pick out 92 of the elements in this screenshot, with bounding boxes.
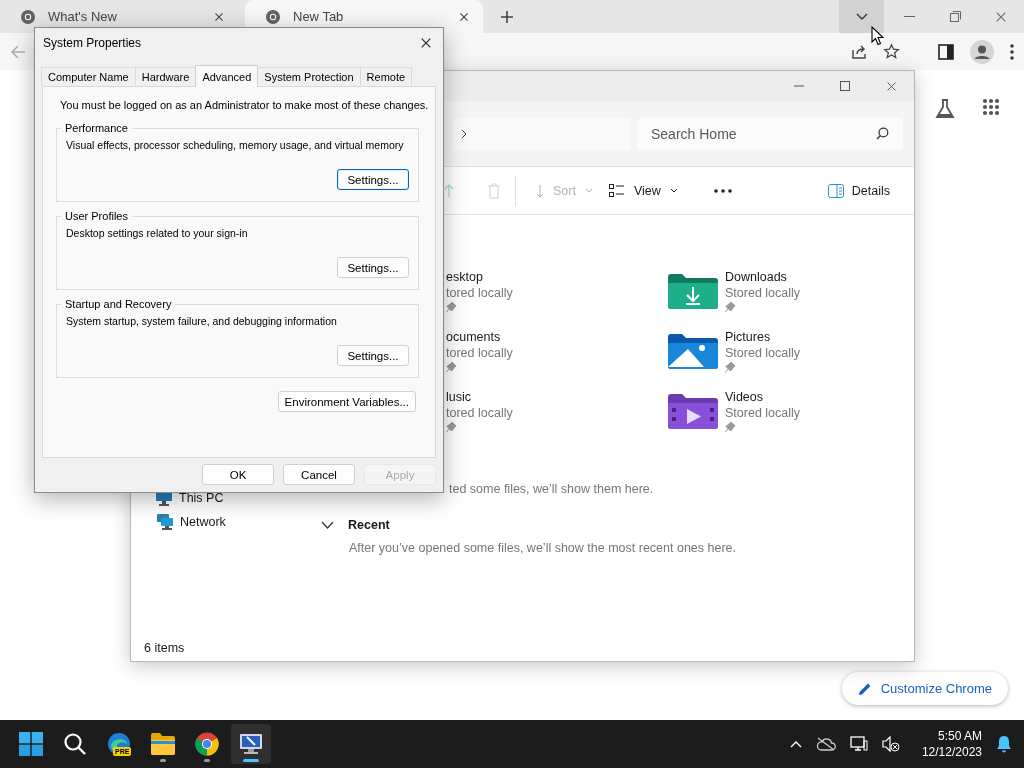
apps-grid-icon[interactable] xyxy=(982,98,1000,116)
volume-muted-icon[interactable] xyxy=(881,736,900,752)
close-icon[interactable] xyxy=(459,11,469,22)
group-description: Desktop settings related to your sign-in xyxy=(66,227,248,239)
details-pane-icon xyxy=(827,183,844,198)
close-icon[interactable] xyxy=(214,11,224,22)
chevron-right-icon xyxy=(461,128,467,139)
videos-folder-icon xyxy=(668,393,718,429)
pin-icon xyxy=(725,302,735,313)
plus-icon xyxy=(500,9,514,24)
settings-button[interactable]: Settings... xyxy=(337,169,409,190)
group-title: User Profiles xyxy=(64,210,129,222)
pin-icon xyxy=(725,362,735,373)
toolbar-button[interactable]: View xyxy=(600,174,686,207)
environment-variables-button[interactable]: Environment Variables... xyxy=(277,391,416,412)
star-icon[interactable] xyxy=(883,43,900,60)
empty-favorites-text: ted some files, we’ll show them here. xyxy=(449,482,655,496)
dialog-tab[interactable]: System Protection xyxy=(257,67,361,86)
share-icon[interactable] xyxy=(851,43,867,60)
cloud-off-icon[interactable] xyxy=(815,737,836,751)
details-button[interactable]: Details xyxy=(817,174,900,207)
folder-status: tored locally xyxy=(446,286,513,301)
chevron-up-icon[interactable] xyxy=(789,740,802,748)
dialog-button[interactable]: Cancel xyxy=(283,464,355,485)
folder-name[interactable]: esktop xyxy=(446,270,513,285)
settings-button[interactable]: Settings... xyxy=(337,257,409,278)
restore-icon xyxy=(949,11,961,22)
maximize-icon xyxy=(840,81,850,91)
folder-status: Stored locally xyxy=(725,346,801,361)
dialog-button[interactable]: OK xyxy=(202,464,274,485)
chevron-down-icon xyxy=(855,12,868,21)
search-icon xyxy=(63,732,87,756)
folder-status: Stored locally xyxy=(725,286,801,301)
folder-name[interactable]: Downloads xyxy=(725,270,801,285)
caret-icon xyxy=(584,188,593,193)
pencil-icon xyxy=(857,681,872,696)
profile-avatar-icon[interactable] xyxy=(970,39,994,64)
group-title: Performance xyxy=(64,122,129,134)
group-description: Visual effects, processor scheduling, memory usage, and virtual memory xyxy=(66,139,404,151)
folder-name[interactable]: ocuments xyxy=(446,330,513,345)
tab-search-button[interactable] xyxy=(839,0,884,33)
pin-icon xyxy=(725,422,735,433)
side-panel-icon[interactable] xyxy=(938,43,954,60)
status-text: 6 items xyxy=(144,641,185,655)
pictures-folder-icon xyxy=(668,333,718,369)
menu-icon[interactable] xyxy=(1010,43,1014,60)
settings-button[interactable]: Settings... xyxy=(337,345,409,366)
address-field[interactable] xyxy=(453,117,631,150)
pin-icon xyxy=(446,302,456,313)
chrome-logo-icon xyxy=(195,732,219,756)
close-icon xyxy=(420,37,432,49)
clock[interactable]: 5:50 AM 12/12/2023 xyxy=(921,728,982,760)
monitor-icon xyxy=(239,733,263,755)
close-icon xyxy=(995,10,1007,23)
sort-icon xyxy=(536,183,544,198)
folder-status: Stored locally xyxy=(725,406,801,421)
search-icon xyxy=(876,127,889,140)
group-title: Startup and Recovery xyxy=(64,298,173,310)
chrome-icon xyxy=(265,8,281,25)
customize-chrome-button[interactable]: Customize Chrome xyxy=(841,672,1008,705)
window-title: System Properties xyxy=(43,36,143,50)
bell-icon[interactable] xyxy=(996,735,1012,753)
network-icon xyxy=(156,514,173,530)
notice-text: You must be logged on as an Administrator to make most of these changes. xyxy=(59,99,430,111)
more-icon xyxy=(713,188,732,193)
chevron-down-icon[interactable] xyxy=(321,521,334,529)
folder-name[interactable]: Pictures xyxy=(725,330,801,345)
folder-name[interactable]: Videos xyxy=(725,390,801,405)
caret-icon xyxy=(669,188,678,193)
search-field[interactable]: Search Home xyxy=(637,117,903,150)
flask-icon[interactable] xyxy=(934,98,956,120)
pin-icon xyxy=(446,422,456,433)
folder-status: tored locally xyxy=(446,406,513,421)
chrome-icon xyxy=(20,8,36,25)
sidebar-item[interactable]: Network xyxy=(156,513,311,531)
group-description: System startup, system failure, and debugging information xyxy=(66,315,337,327)
section-heading: Recent xyxy=(348,518,390,532)
windows-logo-icon xyxy=(19,732,43,756)
empty-recent-text: After you’ve opened some files, we’ll show the most recent ones here. xyxy=(349,541,737,555)
folder-name[interactable]: lusic xyxy=(446,390,513,405)
pin-icon xyxy=(446,362,456,373)
folder-status: tored locally xyxy=(446,346,513,361)
folder-icon xyxy=(151,733,175,755)
browser-tab[interactable]: What's New xyxy=(0,0,238,33)
dialog-tab[interactable]: Computer Name xyxy=(41,67,136,86)
dialog-tab[interactable]: Remote xyxy=(359,67,413,86)
dialog-tab[interactable]: Advanced xyxy=(195,65,259,87)
close-icon xyxy=(885,80,897,92)
download-folder-icon xyxy=(668,273,718,309)
network-icon[interactable] xyxy=(849,736,868,752)
taskbar-app[interactable] xyxy=(231,724,271,764)
view-icon xyxy=(608,183,625,198)
